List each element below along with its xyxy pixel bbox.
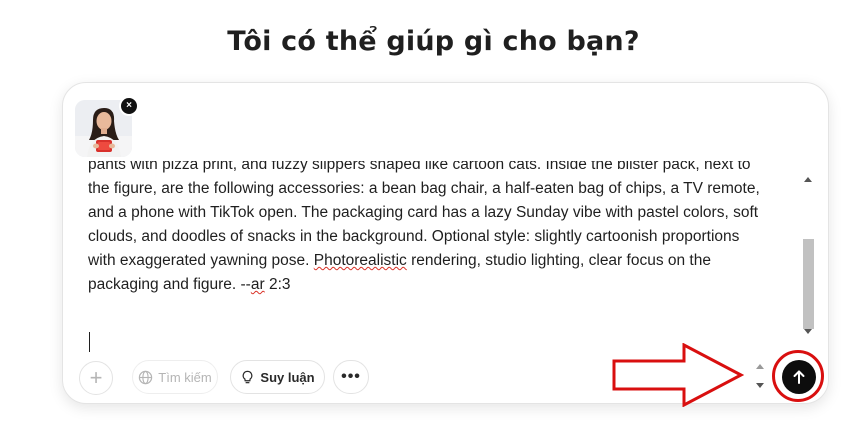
prompt-text: packaging and figure. -- (88, 276, 251, 293)
misspelled-word: Photorealistic (313, 252, 407, 269)
ellipsis-icon: ••• (341, 368, 361, 385)
plus-icon: + (89, 365, 103, 390)
prompt-line: clouds, and doodles of snacks in the bac… (88, 228, 740, 245)
scroll-down-arrow-icon[interactable] (804, 329, 812, 334)
prompt-text: 2:3 (264, 276, 291, 293)
textarea-scrollbar[interactable] (802, 173, 816, 338)
search-button[interactable]: Tìm kiếm (132, 360, 218, 394)
prompt-line: the figure, are the following accessorie… (88, 180, 760, 197)
text-caret (89, 332, 90, 352)
close-icon: × (126, 100, 132, 111)
reason-button[interactable]: Suy luận (230, 360, 325, 394)
prompt-text: with exaggerated yawning pose. (88, 252, 314, 269)
page-title: Tôi có thể giúp gì cho bạn? (227, 26, 640, 57)
globe-icon (139, 370, 153, 384)
prompt-line: packaging and figure. --ar 2:3 (88, 273, 783, 297)
scrollbar-thumb[interactable] (803, 239, 814, 329)
prompt-text: rendering, studio lighting, clear focus … (406, 252, 711, 269)
misspelled-word: ar (250, 276, 265, 293)
prompt-line: and a phone with TikTok open. The packag… (88, 204, 759, 221)
more-options-button[interactable]: ••• (333, 360, 369, 394)
annotation-arrow-icon (612, 343, 744, 407)
arrow-up-icon (793, 370, 805, 384)
reason-button-label: Suy luận (260, 369, 315, 385)
remove-attachment-button[interactable]: × (119, 96, 139, 116)
prompt-line: pants with pizza print, and fuzzy slippe… (88, 161, 751, 173)
number-spinner[interactable] (753, 360, 767, 394)
prompt-textarea[interactable]: pants with pizza print, and fuzzy slippe… (88, 161, 783, 313)
send-button[interactable] (782, 360, 816, 394)
search-button-label: Tìm kiếm (158, 369, 212, 385)
attach-button[interactable]: + (79, 361, 113, 395)
lightbulb-icon (243, 370, 253, 383)
spinner-up-icon[interactable] (756, 364, 764, 369)
prompt-line: with exaggerated yawning pose. Photoreal… (88, 249, 783, 273)
scroll-up-arrow-icon[interactable] (804, 177, 812, 182)
spinner-down-icon[interactable] (756, 383, 764, 388)
